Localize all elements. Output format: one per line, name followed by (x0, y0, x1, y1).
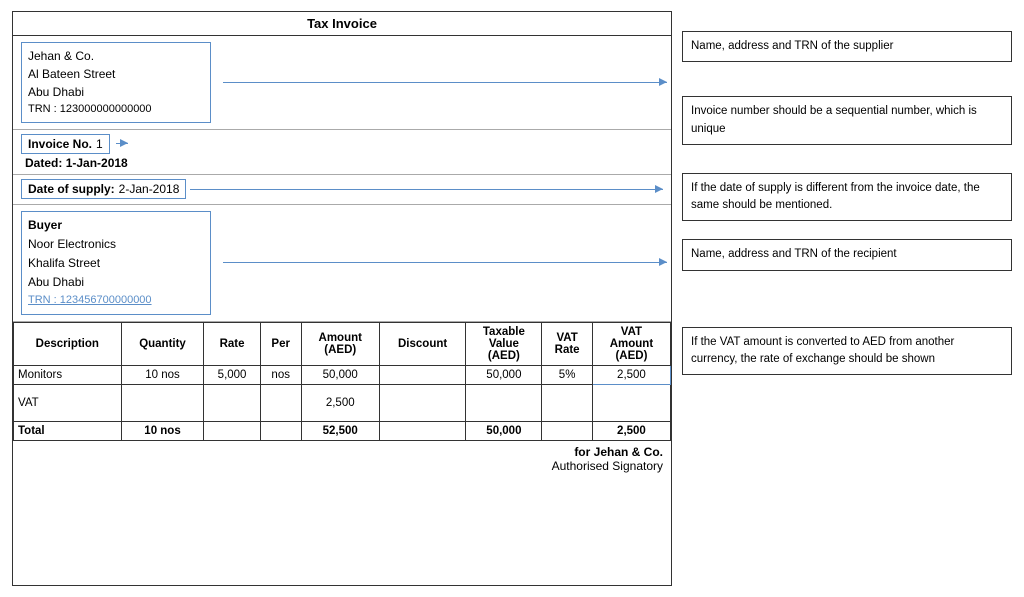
cell-taxable-2 (466, 384, 542, 421)
cell-amount-2: 2,500 (301, 384, 379, 421)
cell-qty-total: 10 nos (121, 421, 204, 440)
dated-label: Dated: (25, 156, 62, 170)
col-taxable-value: TaxableValue(AED) (466, 322, 542, 365)
invoice-title: Tax Invoice (13, 12, 671, 36)
col-discount: Discount (379, 322, 466, 365)
col-quantity: Quantity (121, 322, 204, 365)
cell-qty-2 (121, 384, 204, 421)
invoice-number-row: Invoice No. 1 Dated: 1-Jan-2018 (13, 130, 671, 175)
cell-rate-2 (204, 384, 260, 421)
invoice-number-box: Invoice No. 1 (21, 134, 110, 154)
table-row: VAT 2,500 (14, 384, 671, 421)
cell-vatamount-total: 2,500 (592, 421, 670, 440)
annotations-panel: Name, address and TRN of the supplier In… (682, 11, 1012, 586)
buyer-trn: TRN : 123456700000000 (28, 292, 204, 310)
supplier-name: Jehan & Co. (28, 47, 204, 65)
cell-amount-1: 50,000 (301, 365, 379, 384)
col-amount: Amount(AED) (301, 322, 379, 365)
cell-per-1: nos (260, 365, 301, 384)
annotation-2: Invoice number should be a sequential nu… (682, 96, 1012, 145)
table-row-total: Total 10 nos 52,500 50,000 2,500 (14, 421, 671, 440)
cell-discount-2 (379, 384, 466, 421)
cell-rate-total (204, 421, 260, 440)
supplier-box: Jehan & Co. Al Bateen Street Abu Dhabi T… (21, 42, 211, 123)
cell-description-1: Monitors (14, 365, 122, 384)
supplier-trn: TRN : 123000000000000 (28, 101, 204, 118)
dos-box: Date of supply: 2-Jan-2018 (21, 179, 186, 199)
cell-discount-total (379, 421, 466, 440)
annotation-1: Name, address and TRN of the supplier (682, 31, 1012, 62)
cell-per-total (260, 421, 301, 440)
supplier-row: Jehan & Co. Al Bateen Street Abu Dhabi T… (13, 36, 671, 130)
supplier-arrow-area (219, 36, 671, 129)
supplier-street: Al Bateen Street (28, 65, 204, 83)
cell-vatamount-2 (592, 384, 670, 421)
buyer-box: Buyer Noor Electronics Khalifa Street Ab… (21, 211, 211, 315)
dos-arrow (190, 189, 663, 190)
table-header-row: Description Quantity Rate Per Amount(AED… (14, 322, 671, 365)
col-vat-rate: VATRate (542, 322, 593, 365)
col-vat-amount: VATAmount(AED) (592, 322, 670, 365)
buyer-arrow (223, 262, 667, 263)
table-row: Monitors 10 nos 5,000 nos 50,000 50,000 … (14, 365, 671, 384)
cell-vatrate-1: 5% (542, 365, 593, 384)
invoice-number-value: 1 (96, 137, 103, 151)
annotation-4: Name, address and TRN of the recipient (682, 239, 1012, 270)
cell-vatamount-1: 2,500 (592, 365, 670, 384)
invoice-number-label: Invoice No. (28, 137, 92, 151)
cell-taxable-total: 50,000 (466, 421, 542, 440)
cell-description-total: Total (14, 421, 122, 440)
annotation-5: If the VAT amount is converted to AED fr… (682, 327, 1012, 376)
buyer-row: Buyer Noor Electronics Khalifa Street Ab… (13, 205, 671, 322)
col-description: Description (14, 322, 122, 365)
cell-description-2: VAT (14, 384, 122, 421)
footer-signatory: Authorised Signatory (21, 459, 663, 473)
inv-num-arrow (116, 143, 128, 144)
inv-num-arrow-area (116, 143, 128, 144)
cell-vatrate-total (542, 421, 593, 440)
cell-qty-1: 10 nos (121, 365, 204, 384)
dos-value: 2-Jan-2018 (119, 182, 180, 196)
dated-value: 1-Jan-2018 (66, 156, 128, 170)
buyer-arrow-area (219, 205, 671, 321)
supplier-city: Abu Dhabi (28, 83, 204, 101)
cell-discount-1 (379, 365, 466, 384)
buyer-heading: Buyer (28, 216, 204, 235)
dos-row: Date of supply: 2-Jan-2018 (13, 175, 671, 205)
dos-label: Date of supply: (28, 182, 115, 196)
buyer-street: Khalifa Street (28, 254, 204, 273)
cell-amount-total: 52,500 (301, 421, 379, 440)
cell-vatrate-2 (542, 384, 593, 421)
invoice-body: Jehan & Co. Al Bateen Street Abu Dhabi T… (13, 36, 671, 477)
footer-company: for Jehan & Co. (21, 445, 663, 459)
col-per: Per (260, 322, 301, 365)
supplier-arrow (223, 82, 667, 83)
annotation-3: If the date of supply is different from … (682, 173, 1012, 222)
cell-rate-1: 5,000 (204, 365, 260, 384)
buyer-name: Noor Electronics (28, 235, 204, 254)
invoice-container: Tax Invoice Jehan & Co. Al Bateen Street… (12, 11, 672, 586)
cell-taxable-1: 50,000 (466, 365, 542, 384)
col-rate: Rate (204, 322, 260, 365)
invoice-table: Description Quantity Rate Per Amount(AED… (13, 322, 671, 441)
invoice-dated: Dated: 1-Jan-2018 (25, 156, 128, 170)
dos-arrow-area (186, 189, 663, 190)
invoice-footer: for Jehan & Co. Authorised Signatory (13, 441, 671, 477)
buyer-city: Abu Dhabi (28, 273, 204, 292)
cell-per-2 (260, 384, 301, 421)
